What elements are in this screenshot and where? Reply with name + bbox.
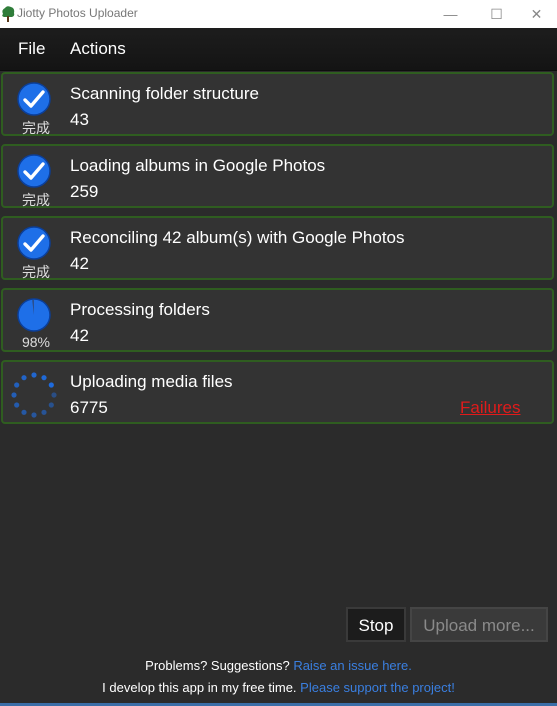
spinner-dot — [21, 375, 27, 381]
footer-support-line: I develop this app in my free time. Plea… — [0, 680, 557, 695]
upload-more-button[interactable]: Upload more... — [410, 607, 548, 642]
task-processing-folders: 98% Processing folders 42 — [1, 288, 554, 352]
checkmark-icon — [17, 226, 51, 260]
raise-issue-link[interactable]: Raise an issue here. — [293, 658, 412, 673]
footer-issue-line: Problems? Suggestions? Raise an issue he… — [0, 658, 557, 673]
maximize-icon[interactable]: ☐ — [474, 2, 519, 26]
task-title: Uploading media files — [70, 372, 233, 391]
spinner-dot — [14, 402, 20, 408]
task-reconciling-albums: 完成 Reconciling 42 album(s) with Google P… — [1, 216, 554, 280]
menu-actions[interactable]: Actions — [70, 39, 126, 59]
checkmark-icon — [17, 154, 51, 188]
spinner-dot — [11, 392, 17, 398]
minimize-icon[interactable]: — — [428, 2, 473, 26]
progress-pie-icon — [17, 298, 51, 332]
task-count: 43 — [70, 110, 89, 129]
task-status-text: 完成 — [22, 120, 50, 136]
task-count: 42 — [70, 254, 89, 273]
spinner-dot — [31, 372, 37, 378]
task-status-text: 完成 — [22, 192, 50, 208]
footer-text: Problems? Suggestions? — [145, 658, 290, 673]
task-count: 259 — [70, 182, 99, 201]
title-bar: Jiotty Photos Uploader — ☐ ✕ — [0, 0, 557, 28]
window-title: Jiotty Photos Uploader — [17, 6, 138, 20]
task-title: Reconciling 42 album(s) with Google Phot… — [70, 228, 405, 247]
loading-spinner-icon — [11, 372, 57, 418]
task-title: Processing folders — [70, 300, 210, 319]
task-uploading-media: Uploading media files 6775 Failures — [1, 360, 554, 424]
stop-button[interactable]: Stop — [346, 607, 406, 642]
task-count: 42 — [70, 326, 89, 345]
task-title: Loading albums in Google Photos — [70, 156, 326, 175]
menu-bar: File Actions — [0, 28, 557, 71]
task-count: 6775 — [70, 398, 108, 417]
spinner-dot — [41, 409, 47, 415]
spinner-dot — [41, 375, 47, 381]
checkmark-icon — [17, 82, 51, 116]
task-title: Scanning folder structure — [70, 84, 259, 103]
support-project-link[interactable]: Please support the project! — [300, 680, 455, 695]
spinner-dot — [48, 382, 54, 388]
spinner-dot — [51, 392, 57, 398]
spinner-dot — [48, 402, 54, 408]
task-status-text: 完成 — [22, 264, 50, 280]
spinner-dot — [31, 412, 37, 418]
failures-link[interactable]: Failures — [460, 398, 520, 418]
task-loading-albums: 完成 Loading albums in Google Photos 259 — [1, 144, 554, 208]
spinner-dot — [21, 409, 27, 415]
task-status-text: 98% — [21, 334, 51, 350]
task-scanning-folders: 完成 Scanning folder structure 43 — [1, 72, 554, 136]
spinner-dot — [14, 382, 20, 388]
close-icon[interactable]: ✕ — [516, 2, 557, 26]
menu-file[interactable]: File — [18, 39, 45, 59]
app-logo-icon — [2, 6, 15, 22]
footer-text: I develop this app in my free time. — [102, 680, 297, 695]
